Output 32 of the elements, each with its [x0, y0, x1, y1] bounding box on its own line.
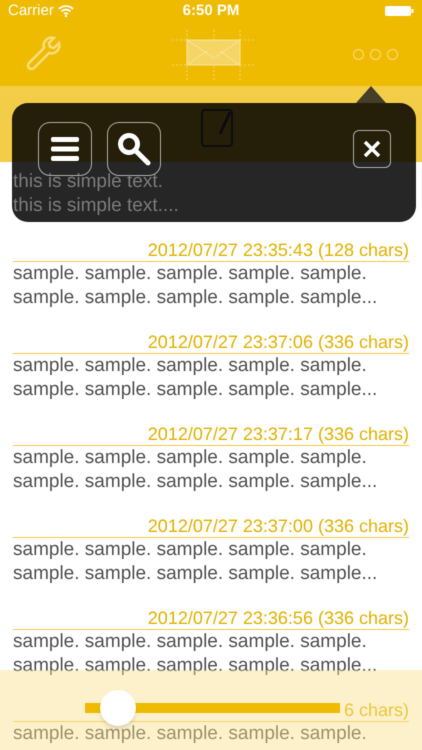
envelope-icon[interactable]	[172, 30, 256, 80]
note-timestamp[interactable]: 2012/07/27 23:35:43 (128 chars)	[148, 240, 409, 260]
battery-icon	[385, 5, 414, 17]
note-timestamp[interactable]: 2012/07/27 23:37:17 (336 chars)	[148, 424, 409, 444]
popover-arrow-icon	[356, 86, 386, 103]
close-button[interactable]	[353, 130, 391, 168]
more-button[interactable]	[353, 48, 398, 60]
note-preview-line: sample. sample. sample. sample. sample.	[13, 446, 368, 470]
note-timestamp[interactable]: 2012/07/27 23:37:06 (336 chars)	[148, 332, 409, 352]
note-timestamp[interactable]: 6 chars)	[344, 700, 409, 720]
close-icon	[363, 140, 381, 158]
menu-icon	[51, 137, 79, 161]
wifi-icon	[58, 5, 74, 17]
note-preview-line: sample. sample. sample. sample. sample.	[13, 262, 368, 286]
note-timestamp[interactable]: 2012/07/27 23:37:00 (336 chars)	[148, 516, 409, 536]
note-preview-line: sample. sample. sample. sample. sample...	[13, 286, 378, 310]
note-preview-line: sample. sample. sample. sample. sample...	[13, 654, 378, 678]
carrier-label: Carrier	[8, 0, 54, 21]
slider-thumb[interactable]	[100, 690, 136, 726]
note-preview-line: sample. sample. sample. sample. sample...	[13, 378, 378, 402]
note-preview-line: sample. sample. sample. sample. sample...	[13, 470, 378, 494]
search-icon	[116, 131, 152, 167]
wrench-icon[interactable]	[24, 35, 62, 73]
note-preview-line: sample. sample. sample. sample. sample...	[13, 562, 378, 586]
note-preview-line: sample. sample. sample. sample. sample.	[13, 630, 368, 654]
clock-label: 6:50 PM	[182, 0, 240, 21]
note-preview-line: this is simple text.	[13, 170, 164, 194]
note-preview-line: this is simple text....	[13, 194, 180, 218]
note-preview-line: sample. sample. sample. sample. sample.	[13, 538, 368, 562]
note-preview-line: sample. sample. sample. sample. sample.	[13, 722, 368, 746]
note-preview-line: sample. sample. sample. sample. sample.	[13, 354, 368, 378]
note-timestamp[interactable]: 2012/07/27 23:36:56 (336 chars)	[148, 608, 409, 628]
